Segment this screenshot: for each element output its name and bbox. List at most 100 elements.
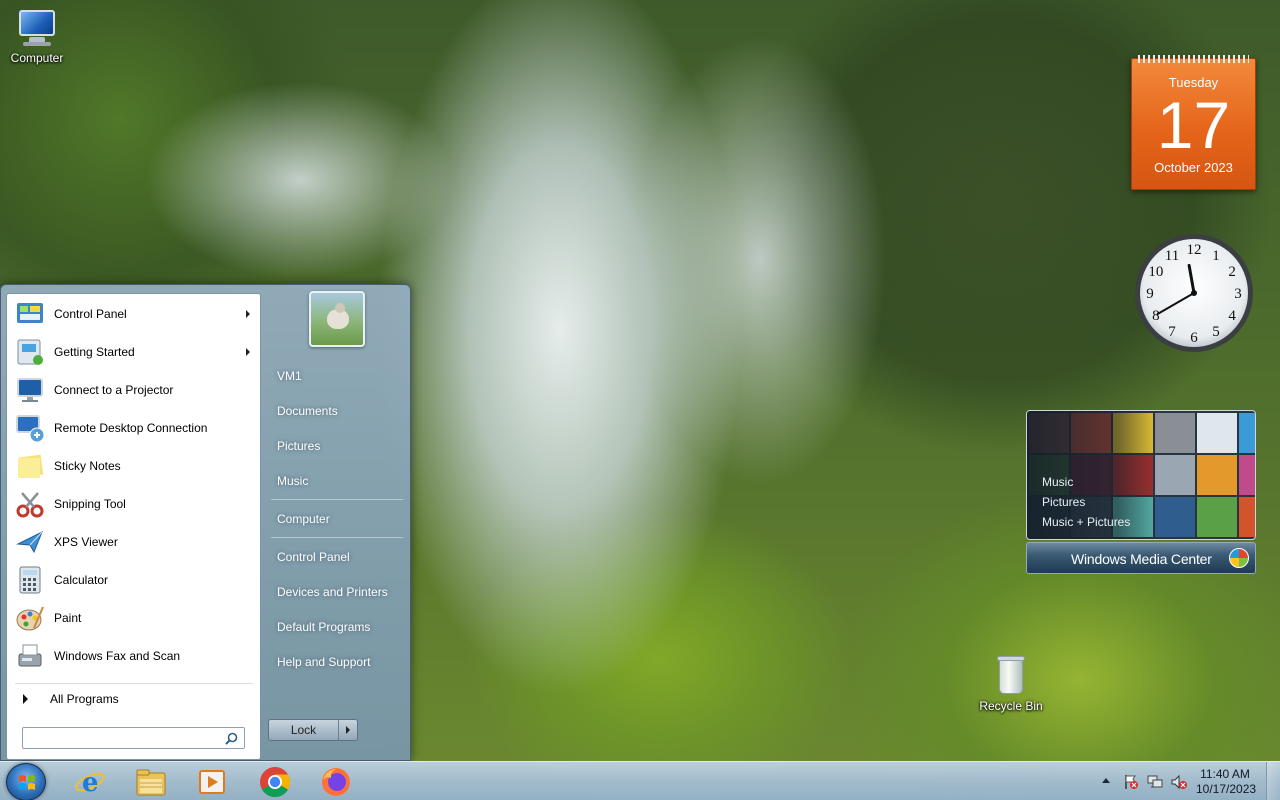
media-center-options: Music Pictures Music + Pictures (1042, 472, 1130, 532)
start-button[interactable] (6, 763, 46, 800)
show-hidden-icons-button[interactable] (1102, 778, 1110, 783)
recycle-bin-icon (989, 656, 1033, 696)
program-label: Calculator (54, 573, 109, 587)
place-computer[interactable]: Computer (277, 512, 330, 526)
program-sticky-notes[interactable]: Sticky Notes (11, 448, 258, 484)
taskbar-internet-explorer[interactable]: e (62, 764, 118, 800)
getting-started-icon (14, 336, 46, 368)
taskbar: e 11:40 AM 10/17/2023 (0, 761, 1280, 800)
start-search-input[interactable] (27, 730, 217, 746)
all-programs-arrow-icon (23, 694, 28, 704)
program-label: Connect to a Projector (54, 383, 174, 397)
start-menu: Control Panel Getting Started Connect to… (0, 284, 411, 761)
remote-desktop-icon (14, 412, 46, 444)
places-separator (271, 537, 403, 538)
program-control-panel[interactable]: Control Panel (11, 296, 258, 332)
internet-explorer-icon: e (75, 768, 105, 798)
media-player-icon (199, 770, 225, 794)
media-center-launch-bar[interactable]: Windows Media Center (1026, 542, 1256, 574)
shutdown-options-arrow-button[interactable] (339, 720, 357, 740)
program-label: Sticky Notes (54, 459, 121, 473)
control-panel-icon (14, 298, 46, 330)
place-user-folder[interactable]: VM1 (277, 369, 302, 383)
taskbar-chrome[interactable] (247, 764, 303, 800)
clock-gadget[interactable]: 12 12 3 45678 9 1011 (1133, 232, 1255, 354)
show-desktop-button[interactable] (1266, 762, 1280, 800)
fax-icon (14, 640, 46, 672)
all-programs-button[interactable]: All Programs (11, 686, 258, 712)
calendar-gadget[interactable]: Tuesday 17 October 2023 (1131, 55, 1256, 190)
lock-button-group: Lock (268, 719, 358, 741)
desktop-icon-computer[interactable]: Computer (2, 8, 72, 65)
program-paint[interactable]: Paint (11, 600, 258, 636)
scissors-icon (14, 488, 46, 520)
start-menu-places-pane: VM1 Documents Pictures Music Computer Co… (263, 285, 411, 762)
projector-icon (14, 374, 46, 406)
submenu-arrow-icon (246, 310, 250, 318)
taskbar-media-player[interactable] (184, 764, 240, 800)
place-documents[interactable]: Documents (277, 404, 338, 418)
chrome-icon (260, 767, 291, 798)
clock-numeral: 11 (1165, 248, 1179, 264)
clock-numeral: 3 (1234, 286, 1242, 302)
clock-numeral: 4 (1228, 308, 1236, 324)
place-control-panel[interactable]: Control Panel (277, 550, 350, 564)
action-center-icon[interactable] (1123, 774, 1139, 790)
media-center-gadget[interactable]: Music Pictures Music + Pictures Windows … (1026, 410, 1256, 575)
program-remote-desktop[interactable]: Remote Desktop Connection (11, 410, 258, 446)
program-label: Paint (54, 611, 82, 625)
media-center-title: Windows Media Center (1071, 551, 1212, 567)
programs-separator (15, 683, 253, 684)
xps-viewer-icon (14, 526, 46, 558)
user-avatar[interactable] (309, 291, 365, 347)
program-label: Windows Fax and Scan (54, 649, 181, 663)
program-snipping-tool[interactable]: Snipping Tool (11, 486, 258, 522)
start-search-box[interactable] (22, 727, 245, 749)
clock-numeral: 2 (1228, 264, 1236, 280)
submenu-arrow-icon (246, 348, 250, 356)
program-xps-viewer[interactable]: XPS Viewer (11, 524, 258, 560)
places-separator (271, 499, 403, 500)
desktop-icon-label: Computer (10, 51, 64, 65)
clock-numeral: 9 (1146, 286, 1154, 302)
clock-numeral: 5 (1212, 324, 1220, 340)
place-pictures[interactable]: Pictures (277, 439, 320, 453)
sticky-notes-icon (14, 450, 46, 482)
calculator-icon (14, 564, 46, 596)
desktop-icon-recycle-bin[interactable]: Recycle Bin (976, 656, 1046, 713)
place-default-programs[interactable]: Default Programs (277, 620, 370, 634)
volume-muted-icon[interactable] (1171, 774, 1187, 790)
all-programs-label: All Programs (50, 692, 119, 706)
taskbar-firefox[interactable] (308, 764, 364, 800)
taskbar-file-explorer[interactable] (123, 764, 179, 800)
windows-logo-icon (19, 775, 35, 790)
network-icon[interactable] (1147, 774, 1163, 790)
system-date: 10/17/2023 (1196, 782, 1257, 796)
clock-numeral: 10 (1148, 264, 1163, 280)
media-option-pictures[interactable]: Pictures (1042, 492, 1130, 512)
program-label: Getting Started (54, 345, 135, 359)
start-menu-programs-pane: Control Panel Getting Started Connect to… (6, 293, 261, 760)
system-time: 11:40 AM (1200, 767, 1250, 781)
clock-numeral: 12 (1187, 242, 1202, 258)
file-explorer-icon (136, 769, 166, 796)
media-option-music[interactable]: Music (1042, 472, 1130, 492)
calendar-day: 17 (1156, 88, 1231, 162)
place-help-support[interactable]: Help and Support (277, 655, 370, 669)
program-calculator[interactable]: Calculator (11, 562, 258, 598)
place-music[interactable]: Music (277, 474, 308, 488)
program-fax-scan[interactable]: Windows Fax and Scan (11, 638, 258, 674)
program-connect-projector[interactable]: Connect to a Projector (11, 372, 258, 408)
clock-center (1191, 290, 1197, 296)
program-label: Snipping Tool (54, 497, 126, 511)
system-clock[interactable]: 11:40 AM 10/17/2023 (1196, 767, 1257, 797)
program-label: XPS Viewer (54, 535, 118, 549)
svg-text:e: e (82, 768, 99, 798)
place-devices-printers[interactable]: Devices and Printers (277, 585, 388, 599)
windows-media-center-logo-icon (1229, 548, 1249, 568)
media-option-music-pictures[interactable]: Music + Pictures (1042, 512, 1130, 532)
clock-numeral: 7 (1168, 324, 1176, 340)
search-icon[interactable] (225, 732, 238, 745)
lock-button[interactable]: Lock (269, 720, 339, 740)
program-getting-started[interactable]: Getting Started (11, 334, 258, 370)
